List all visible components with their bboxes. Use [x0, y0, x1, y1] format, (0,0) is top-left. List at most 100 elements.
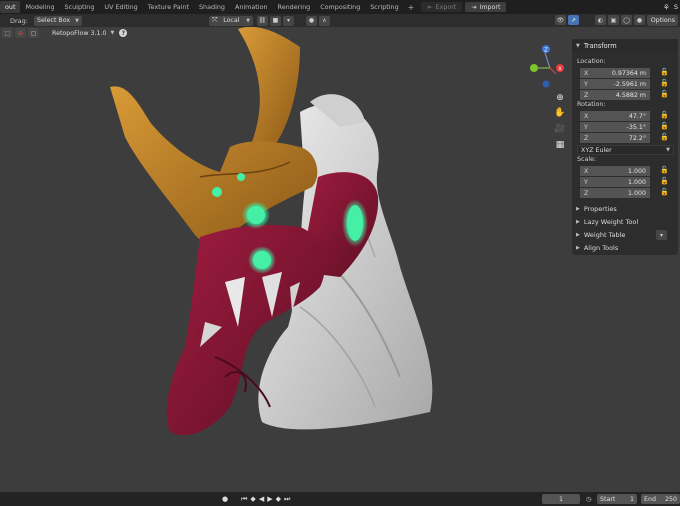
- chevron-down-icon: ▼: [576, 42, 580, 49]
- help-icon[interactable]: ?: [119, 29, 128, 37]
- tab-rendering[interactable]: Rendering: [273, 1, 316, 13]
- grid-view-icon[interactable]: ▦: [553, 138, 567, 151]
- shading-solid-icon[interactable]: ●: [634, 15, 645, 25]
- add-workspace-button[interactable]: +: [404, 3, 419, 12]
- tab-uv-editing[interactable]: UV Editing: [99, 1, 142, 13]
- lock-icon[interactable]: 🔓: [660, 133, 669, 141]
- overlay-icon[interactable]: ◐: [595, 15, 606, 25]
- location-y-field[interactable]: Y -2.5961 m: [580, 79, 650, 89]
- play-reverse-icon[interactable]: ◀: [259, 495, 264, 503]
- field-value: 72.2°: [628, 134, 646, 142]
- rotation-z-field[interactable]: Z 72.2°: [580, 133, 650, 143]
- transform-orientation-dropdown[interactable]: ⤧ Local ▼: [208, 15, 253, 26]
- viewport-header: Drag: Select Box ▼ ⤧ Local ▼ ⛓ ■ ▾ ● ∧ 👁…: [0, 14, 680, 27]
- layer-icon[interactable]: ▢: [28, 28, 39, 38]
- end-label: End: [644, 495, 656, 503]
- chevron-down-icon: ▼: [246, 17, 250, 24]
- tab-modeling[interactable]: Modeling: [20, 1, 59, 13]
- select-mode-dropdown[interactable]: Select Box ▼: [33, 15, 82, 26]
- location-x-field[interactable]: X 0.97364 m: [580, 68, 650, 78]
- weight-table-panel-header[interactable]: ▶ Weight Table: [576, 229, 625, 241]
- current-frame-value: 1: [558, 495, 563, 503]
- location-z-field[interactable]: Z 4.5882 m: [580, 90, 650, 100]
- lock-icon[interactable]: 🔓: [660, 68, 669, 76]
- play-icon[interactable]: ▶: [267, 495, 272, 503]
- chevron-right-icon: ▶: [576, 219, 580, 225]
- scene-icon[interactable]: ⚘: [663, 3, 670, 12]
- workspace-tab-bar: out Modeling Sculpting UV Editing Textur…: [0, 0, 680, 14]
- gizmo-x-label: X: [558, 67, 562, 73]
- lock-icon[interactable]: 🔓: [660, 79, 669, 87]
- viewport-subheader: ⬚ ⊘ ▢ RetopoFlow 3.1.0 ▼ ?: [0, 27, 140, 39]
- export-button[interactable]: ⇤ Export: [421, 2, 463, 12]
- lock-icon[interactable]: 🔓: [660, 188, 669, 196]
- chevron-down-icon: ▼: [75, 17, 79, 24]
- axis-label: X: [584, 167, 589, 175]
- scale-z-field[interactable]: Z 1.000: [580, 188, 650, 198]
- proportional-edit-icon[interactable]: ●: [305, 15, 317, 26]
- zoom-icon[interactable]: ⊕: [553, 91, 567, 104]
- tab-sculpting[interactable]: Sculpting: [60, 1, 100, 13]
- options-button[interactable]: Options: [647, 15, 678, 26]
- lock-icon[interactable]: 🔓: [660, 122, 669, 130]
- tab-layout[interactable]: out: [0, 1, 21, 13]
- current-frame-field[interactable]: 1: [542, 494, 580, 504]
- axis-label: Y: [584, 80, 588, 88]
- visibility-icon[interactable]: 👁: [555, 15, 566, 25]
- prev-keyframe-icon[interactable]: ◆: [250, 495, 255, 503]
- rotation-x-field[interactable]: X 47.7°: [580, 111, 650, 121]
- scale-x-field[interactable]: X 1.000: [580, 166, 650, 176]
- start-frame-field[interactable]: Start 1: [597, 494, 637, 504]
- pan-hand-icon[interactable]: ✋: [553, 106, 567, 119]
- axis-label: X: [584, 112, 589, 120]
- tab-scripting[interactable]: Scripting: [365, 1, 403, 13]
- properties-panel-header[interactable]: ▶ Properties: [576, 203, 617, 215]
- transform-panel-header[interactable]: ▼ Transform: [572, 39, 678, 52]
- tab-compositing[interactable]: Compositing: [315, 1, 365, 13]
- axis-label: Y: [584, 123, 588, 131]
- xray-icon[interactable]: ▣: [608, 15, 619, 25]
- options-label: Options: [650, 17, 675, 24]
- jump-start-icon[interactable]: ⏮: [241, 495, 247, 504]
- next-keyframe-icon[interactable]: ◆: [276, 495, 281, 503]
- retopoflow-button[interactable]: RetopoFlow 3.1.0 ▼: [49, 28, 118, 38]
- scale-label: Scale:: [577, 156, 597, 163]
- scene-name[interactable]: S: [674, 3, 678, 11]
- gizmo-z-label: Z: [544, 48, 548, 54]
- rotation-y-field[interactable]: Y -35.1°: [580, 122, 650, 132]
- lock-icon[interactable]: 🔓: [660, 177, 669, 185]
- start-label: Start: [600, 495, 616, 503]
- jump-end-icon[interactable]: ⏭: [284, 495, 290, 504]
- location-label: Location:: [577, 58, 606, 65]
- tab-animation[interactable]: Animation: [230, 1, 273, 13]
- clock-icon[interactable]: ◷: [586, 494, 592, 504]
- weight-table-dropdown-icon[interactable]: ▾: [656, 230, 667, 240]
- camera-icon[interactable]: 🎥: [553, 122, 567, 135]
- falloff-icon[interactable]: ∧: [318, 15, 330, 26]
- section-label: Lazy Weight Tool: [583, 218, 639, 226]
- lock-icon[interactable]: 🔓: [660, 111, 669, 119]
- snap-icon[interactable]: ■: [269, 15, 281, 26]
- drag-label: Drag:: [10, 16, 28, 25]
- disable-icon[interactable]: ⊘: [15, 28, 26, 38]
- gizmo-neg-z: [542, 80, 550, 88]
- field-value: 4.5882 m: [615, 91, 646, 99]
- lazy-weight-tool-panel-header[interactable]: ▶ Lazy Weight Tool: [576, 216, 638, 228]
- shading-wireframe-icon[interactable]: ◯: [621, 15, 632, 25]
- mode-icon[interactable]: ⬚: [2, 28, 13, 38]
- navigation-gizmo[interactable]: Z X: [526, 42, 574, 92]
- record-icon[interactable]: ●: [222, 495, 228, 503]
- lock-icon[interactable]: 🔓: [660, 90, 669, 98]
- rotation-mode-dropdown[interactable]: XYZ Euler ▼: [577, 145, 674, 155]
- end-frame-field[interactable]: End 250: [641, 494, 680, 504]
- tab-texture-paint[interactable]: Texture Paint: [143, 1, 194, 13]
- gizmo-toggle-icon[interactable]: ↗: [568, 15, 579, 25]
- axis-label: Z: [584, 189, 589, 197]
- align-tools-panel-header[interactable]: ▶ Align Tools: [576, 242, 618, 254]
- pivot-point-icon[interactable]: ⛓: [256, 15, 268, 26]
- lock-icon[interactable]: 🔓: [660, 166, 669, 174]
- tab-shading[interactable]: Shading: [194, 1, 230, 13]
- snap-target-icon[interactable]: ▾: [282, 15, 294, 26]
- import-button[interactable]: ⇥ Import: [465, 2, 507, 12]
- scale-y-field[interactable]: Y 1.000: [580, 177, 650, 187]
